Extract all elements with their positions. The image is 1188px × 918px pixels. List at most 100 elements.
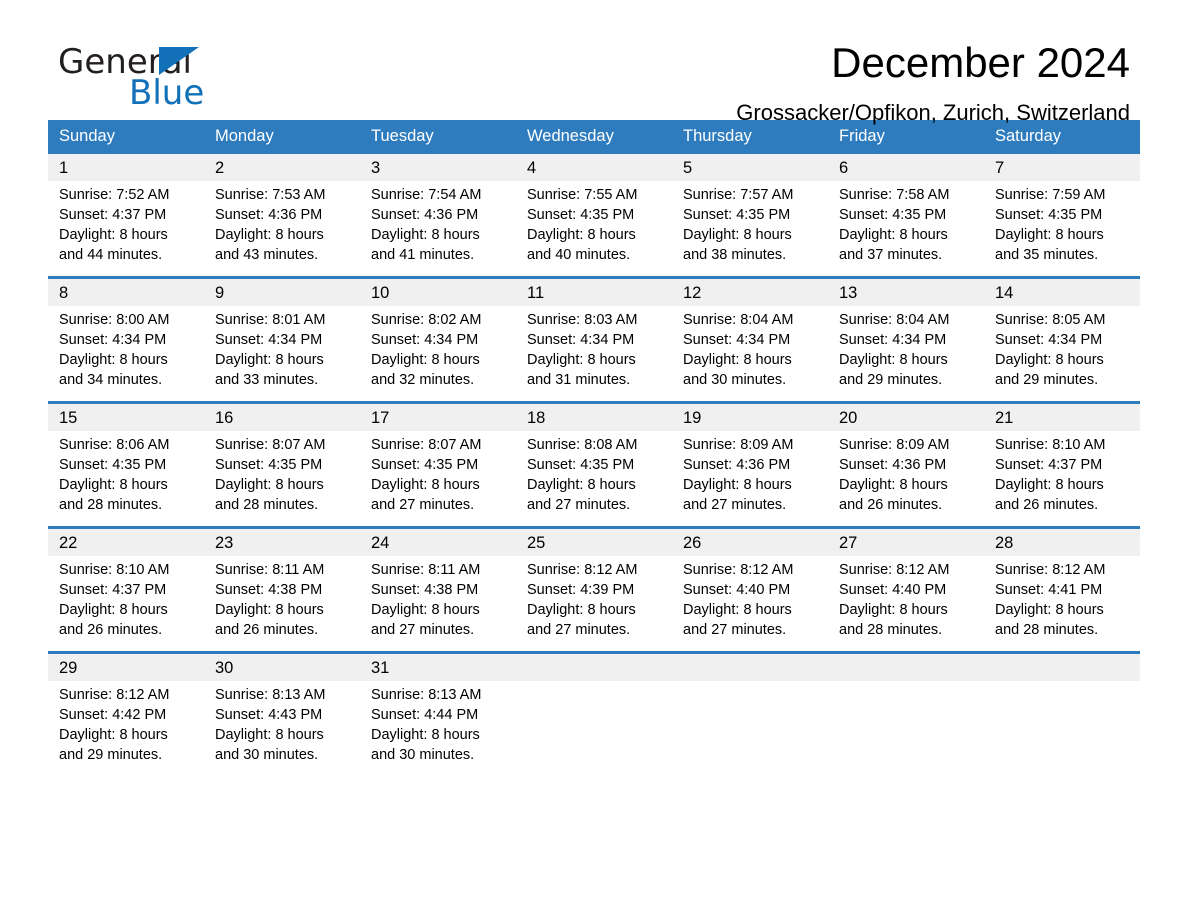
day-cell[interactable]: Sunrise: 8:11 AM Sunset: 4:38 PM Dayligh… [204, 556, 360, 640]
day-cell[interactable]: Sunrise: 8:00 AM Sunset: 4:34 PM Dayligh… [48, 306, 204, 390]
daylight-text-line1: Daylight: 8 hours [527, 227, 636, 243]
day-number[interactable]: 3 [360, 158, 516, 178]
day-number[interactable]: 31 [360, 658, 516, 678]
day-cell-empty [672, 681, 828, 765]
day-cell[interactable]: Sunrise: 8:12 AM Sunset: 4:40 PM Dayligh… [828, 556, 984, 640]
day-number[interactable]: 12 [672, 283, 828, 303]
day-cell[interactable]: Sunrise: 8:12 AM Sunset: 4:40 PM Dayligh… [672, 556, 828, 640]
day-number[interactable]: 27 [828, 533, 984, 553]
day-number[interactable]: 25 [516, 533, 672, 553]
sunrise-text: Sunrise: 8:12 AM [59, 687, 170, 703]
daylight-text-line1: Daylight: 8 hours [371, 477, 480, 493]
day-number[interactable]: 6 [828, 158, 984, 178]
day-cell-empty [984, 681, 1140, 765]
day-cell[interactable]: Sunrise: 8:09 AM Sunset: 4:36 PM Dayligh… [828, 431, 984, 515]
day-cell[interactable]: Sunrise: 7:52 AM Sunset: 4:37 PM Dayligh… [48, 181, 204, 265]
general-blue-logo[interactable]: General Blue [58, 42, 318, 114]
day-cell[interactable]: Sunrise: 7:55 AM Sunset: 4:35 PM Dayligh… [516, 181, 672, 265]
day-cell[interactable]: Sunrise: 8:04 AM Sunset: 4:34 PM Dayligh… [828, 306, 984, 390]
day-cell[interactable]: Sunrise: 8:04 AM Sunset: 4:34 PM Dayligh… [672, 306, 828, 390]
day-cell[interactable]: Sunrise: 8:06 AM Sunset: 4:35 PM Dayligh… [48, 431, 204, 515]
day-cell[interactable]: Sunrise: 8:08 AM Sunset: 4:35 PM Dayligh… [516, 431, 672, 515]
day-number[interactable]: 30 [204, 658, 360, 678]
daylight-text-line1: Daylight: 8 hours [839, 352, 948, 368]
day-cell[interactable]: Sunrise: 8:13 AM Sunset: 4:43 PM Dayligh… [204, 681, 360, 765]
sunrise-text: Sunrise: 8:06 AM [59, 437, 170, 453]
day-number[interactable]: 28 [984, 533, 1140, 553]
sunrise-text: Sunrise: 8:10 AM [59, 562, 170, 578]
day-cell[interactable]: Sunrise: 8:05 AM Sunset: 4:34 PM Dayligh… [984, 306, 1140, 390]
day-cell[interactable]: Sunrise: 8:12 AM Sunset: 4:41 PM Dayligh… [984, 556, 1140, 640]
day-number[interactable]: 22 [48, 533, 204, 553]
day-number[interactable]: 5 [672, 158, 828, 178]
sunset-text: Sunset: 4:34 PM [371, 332, 479, 348]
daylight-text-line1: Daylight: 8 hours [683, 227, 792, 243]
daylight-text-line2: and 28 minutes. [995, 622, 1099, 638]
day-number[interactable]: 18 [516, 408, 672, 428]
daylight-text-line1: Daylight: 8 hours [59, 477, 168, 493]
day-cell[interactable]: Sunrise: 8:10 AM Sunset: 4:37 PM Dayligh… [48, 556, 204, 640]
sunset-text: Sunset: 4:34 PM [215, 332, 323, 348]
sunset-text: Sunset: 4:41 PM [995, 582, 1103, 598]
day-number[interactable]: 26 [672, 533, 828, 553]
sunset-text: Sunset: 4:34 PM [527, 332, 635, 348]
day-number[interactable]: 13 [828, 283, 984, 303]
sunrise-text: Sunrise: 7:59 AM [995, 187, 1106, 203]
sunrise-text: Sunrise: 8:12 AM [683, 562, 794, 578]
day-number-band: 1 2 3 4 5 6 7 [48, 154, 1140, 181]
sunrise-text: Sunrise: 7:57 AM [683, 187, 794, 203]
day-cell[interactable]: Sunrise: 8:10 AM Sunset: 4:37 PM Dayligh… [984, 431, 1140, 515]
day-number[interactable]: 15 [48, 408, 204, 428]
calendar-week-row: 15 16 17 18 19 20 21 Sunrise: 8:06 AM Su… [48, 401, 1140, 515]
day-number[interactable]: 29 [48, 658, 204, 678]
day-number[interactable]: 19 [672, 408, 828, 428]
day-cell[interactable]: Sunrise: 7:54 AM Sunset: 4:36 PM Dayligh… [360, 181, 516, 265]
day-cell[interactable]: Sunrise: 7:57 AM Sunset: 4:35 PM Dayligh… [672, 181, 828, 265]
daylight-text-line1: Daylight: 8 hours [683, 602, 792, 618]
daylight-text-line1: Daylight: 8 hours [371, 352, 480, 368]
day-number[interactable]: 14 [984, 283, 1140, 303]
sunset-text: Sunset: 4:35 PM [839, 207, 947, 223]
page-title: December 2024 [831, 39, 1130, 86]
day-cell[interactable]: Sunrise: 8:03 AM Sunset: 4:34 PM Dayligh… [516, 306, 672, 390]
day-cell[interactable]: Sunrise: 8:01 AM Sunset: 4:34 PM Dayligh… [204, 306, 360, 390]
day-cell[interactable]: Sunrise: 8:02 AM Sunset: 4:34 PM Dayligh… [360, 306, 516, 390]
day-cell[interactable]: Sunrise: 8:07 AM Sunset: 4:35 PM Dayligh… [360, 431, 516, 515]
day-number[interactable]: 2 [204, 158, 360, 178]
day-number[interactable]: 10 [360, 283, 516, 303]
day-cell[interactable]: Sunrise: 8:12 AM Sunset: 4:39 PM Dayligh… [516, 556, 672, 640]
sunset-text: Sunset: 4:36 PM [839, 457, 947, 473]
day-cell[interactable]: Sunrise: 7:59 AM Sunset: 4:35 PM Dayligh… [984, 181, 1140, 265]
day-cell[interactable]: Sunrise: 7:53 AM Sunset: 4:36 PM Dayligh… [204, 181, 360, 265]
day-cell[interactable]: Sunrise: 8:12 AM Sunset: 4:42 PM Dayligh… [48, 681, 204, 765]
day-number[interactable]: 16 [204, 408, 360, 428]
daylight-text-line2: and 33 minutes. [215, 372, 319, 388]
day-cell[interactable]: Sunrise: 8:09 AM Sunset: 4:36 PM Dayligh… [672, 431, 828, 515]
sunrise-text: Sunrise: 7:58 AM [839, 187, 950, 203]
day-number[interactable]: 17 [360, 408, 516, 428]
daylight-text-line2: and 30 minutes. [215, 747, 319, 763]
daylight-text-line2: and 26 minutes. [215, 622, 319, 638]
daylight-text-line1: Daylight: 8 hours [683, 477, 792, 493]
sunrise-text: Sunrise: 8:08 AM [527, 437, 638, 453]
daylight-text-line1: Daylight: 8 hours [527, 602, 636, 618]
sunset-text: Sunset: 4:35 PM [995, 207, 1103, 223]
sunrise-text: Sunrise: 8:10 AM [995, 437, 1106, 453]
daylight-text-line2: and 28 minutes. [59, 497, 163, 513]
day-number[interactable]: 11 [516, 283, 672, 303]
daylight-text-line1: Daylight: 8 hours [995, 227, 1104, 243]
day-number[interactable]: 7 [984, 158, 1140, 178]
day-number[interactable]: 24 [360, 533, 516, 553]
day-cell[interactable]: Sunrise: 8:13 AM Sunset: 4:44 PM Dayligh… [360, 681, 516, 765]
day-number[interactable]: 4 [516, 158, 672, 178]
day-cell[interactable]: Sunrise: 7:58 AM Sunset: 4:35 PM Dayligh… [828, 181, 984, 265]
day-number[interactable]: 20 [828, 408, 984, 428]
day-cell[interactable]: Sunrise: 8:11 AM Sunset: 4:38 PM Dayligh… [360, 556, 516, 640]
day-cell[interactable]: Sunrise: 8:07 AM Sunset: 4:35 PM Dayligh… [204, 431, 360, 515]
page-header: General Blue December 2024 Grossacker/Op… [48, 0, 1140, 125]
day-number[interactable]: 1 [48, 158, 204, 178]
day-number[interactable]: 8 [48, 283, 204, 303]
day-number[interactable]: 21 [984, 408, 1140, 428]
day-number[interactable]: 23 [204, 533, 360, 553]
day-number[interactable]: 9 [204, 283, 360, 303]
